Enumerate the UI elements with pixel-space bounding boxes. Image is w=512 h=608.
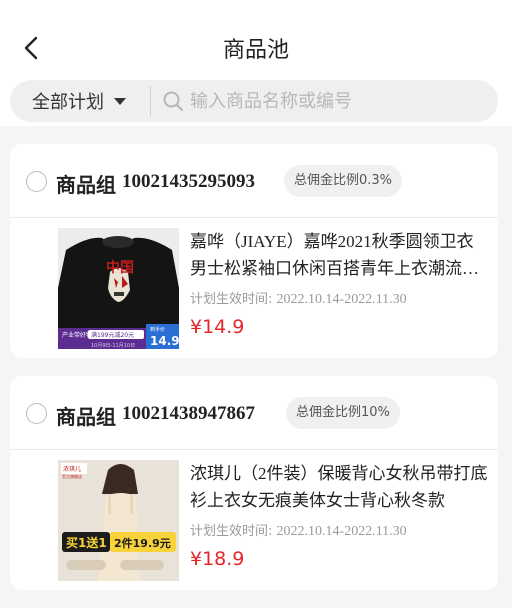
group-name: 商品组	[56, 173, 116, 197]
promo-left-text: 产业带好物	[62, 331, 92, 339]
plan-time-label: 计划生效时间:	[190, 524, 273, 539]
search-input[interactable]	[190, 86, 490, 116]
promo-mid-text: 满199元减20元	[91, 331, 134, 339]
badge-right-text: 2件19.9元	[114, 536, 171, 550]
product-name-link[interactable]: 浓琪儿（2件装）保暖背心女秋吊带打底衫上衣女无痕美体女士背心秋冬款	[190, 460, 488, 514]
promo-price-text: 14.9	[150, 334, 179, 348]
group-header: 商品组 10021438947867 总佣金比例10%	[10, 376, 498, 450]
plan-filter-label: 全部计划	[32, 92, 104, 113]
product-price: ¥14.9	[190, 316, 245, 338]
plan-time-label: 计划生效时间:	[190, 292, 273, 307]
product-group-card: 商品组 10021438947867 总佣金比例10% 浓琪儿 官方旗舰店 买1…	[10, 376, 498, 590]
plan-time-value: 2022.10.14-2022.11.30	[276, 292, 407, 307]
commission-ratio-badge: 总佣金比例10%	[286, 397, 400, 429]
product-name-link[interactable]: 嘉哗（JIAYE）嘉哗2021秋季圆领卫衣男士松紧袖口休闲百搭青年上衣潮流男装套…	[190, 228, 488, 282]
group-id: 10021435295093	[122, 171, 255, 192]
top-bar: 商品池 全部计划	[0, 0, 512, 126]
commission-ratio-badge: 总佣金比例0.3%	[284, 165, 403, 197]
promo-date-text: 10月9日-11月10日	[91, 343, 135, 349]
brand-logo-text: 浓琪儿	[63, 465, 81, 473]
product-group-card: 商品组 10021435295093 总佣金比例0.3% 中国 产业带好物 满1…	[10, 144, 498, 358]
group-header: 商品组 10021435295093 总佣金比例0.3%	[10, 144, 498, 218]
promo-small-text: 到手价	[150, 326, 165, 333]
product-image[interactable]: 浓琪儿 官方旗舰店 买1送1 2件19.9元	[58, 460, 179, 581]
badge-left-text: 买1送1	[66, 535, 107, 550]
group-id: 10021438947867	[122, 403, 255, 424]
plan-filter-dropdown[interactable]: 全部计划	[10, 80, 140, 122]
plan-time-value: 2022.10.14-2022.11.30	[276, 524, 407, 539]
search-bar: 全部计划	[10, 80, 498, 122]
group-name: 商品组	[56, 405, 116, 429]
search-icon	[163, 91, 183, 111]
product-price: ¥18.9	[190, 548, 245, 570]
group-select-radio[interactable]	[26, 171, 47, 192]
caret-down-icon	[114, 97, 126, 105]
page-title: 商品池	[222, 38, 289, 63]
shirt-print-text: 中国	[106, 259, 134, 276]
product-image[interactable]: 中国 产业带好物 满199元减20元 10月9日-11月10日 到手价 14.9	[58, 228, 179, 349]
brand-sub-text: 官方旗舰店	[62, 473, 82, 479]
plan-time: 计划生效时间: 2022.10.14-2022.11.30	[190, 288, 407, 308]
plan-time: 计划生效时间: 2022.10.14-2022.11.30	[190, 520, 407, 540]
group-select-radio[interactable]	[26, 403, 47, 424]
search-divider	[150, 86, 151, 116]
